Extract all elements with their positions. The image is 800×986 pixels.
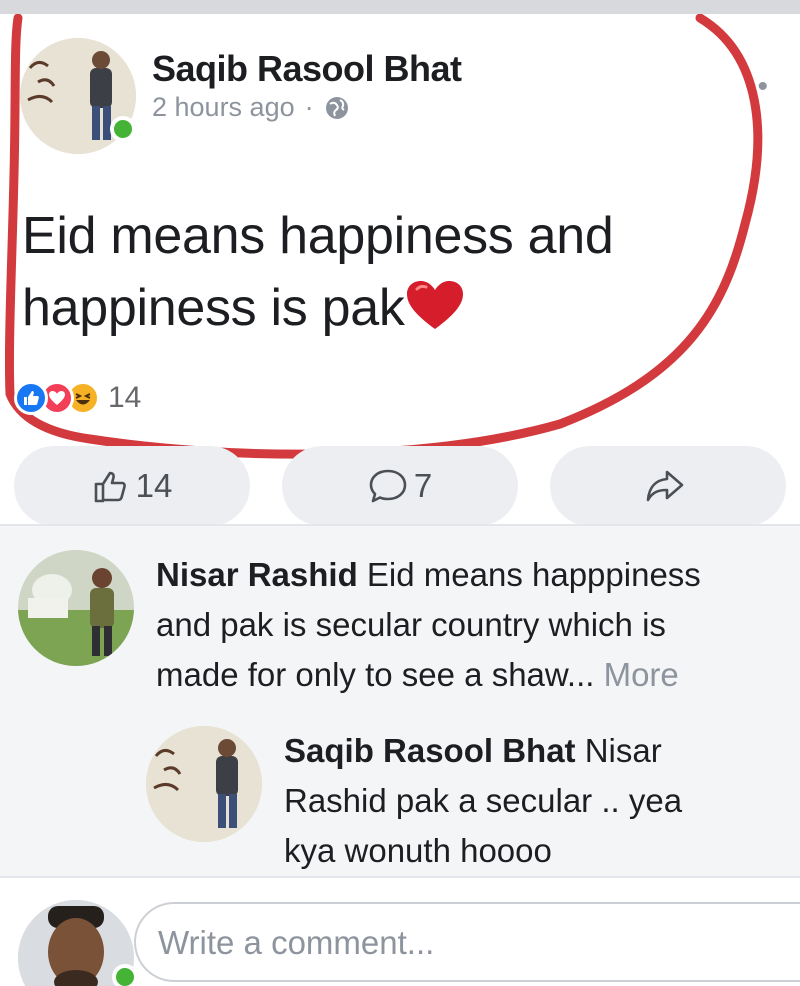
comment-count: 7: [413, 467, 433, 504]
comment-1-text: Nisar Rashid Eid means happpiness and pa…: [156, 550, 786, 700]
comment-2-line-3: kya wonuth hoooo: [284, 832, 552, 869]
comment-2-line-2: Rashid pak a secular .. yea: [284, 782, 683, 819]
comment-composer: Write a comment...: [0, 876, 800, 986]
top-divider: [0, 0, 800, 14]
post-card: Saqib Rasool Bhat 2 hours ago · •• Eid m…: [0, 14, 800, 526]
post-meta: 2 hours ago ·: [152, 92, 350, 123]
share-icon: [646, 470, 684, 502]
red-heart-icon: [406, 281, 463, 329]
comment-2-line-1: Saqib Rasool Bhat Nisar: [284, 726, 794, 776]
comment-1-line-3: made for only to see a shaw... More: [156, 650, 786, 700]
globe-icon: [325, 96, 348, 119]
comment-button[interactable]: 7: [282, 446, 518, 526]
comment-2-text: Saqib Rasool Bhat Nisar Rashid pak a sec…: [284, 726, 794, 876]
online-status-dot: [110, 116, 136, 142]
like-count: 14: [135, 467, 173, 504]
commenter-avatar[interactable]: [18, 550, 134, 666]
comment-1-author[interactable]: Nisar Rashid: [156, 556, 358, 593]
share-button[interactable]: [550, 446, 786, 526]
post-text-line-2-words: happiness is pak: [22, 279, 405, 337]
post-actions: 14 7: [14, 446, 786, 526]
comment-2-author[interactable]: Saqib Rasool Bhat: [284, 732, 576, 769]
comment-icon: [369, 469, 407, 503]
post-text: Eid means happiness and happiness is pak: [22, 200, 762, 344]
post-timestamp[interactable]: 2 hours ago: [152, 92, 295, 123]
meta-separator: ·: [304, 92, 314, 122]
online-status-dot: [112, 964, 138, 986]
thumbs-up-icon: [94, 471, 126, 503]
reaction-count: 14: [108, 381, 142, 414]
reactions-summary[interactable]: 14: [14, 380, 141, 416]
more-icon[interactable]: ••: [745, 70, 770, 104]
comment-1-line-2: and pak is secular country which is: [156, 606, 666, 643]
see-more-link[interactable]: More: [604, 656, 679, 693]
reply-avatar[interactable]: [146, 726, 262, 842]
like-reaction-icon: [14, 381, 48, 415]
like-button[interactable]: 14: [14, 446, 250, 526]
post-text-line-2: happiness is pak: [22, 272, 762, 344]
comment-1-line-1: Nisar Rashid Eid means happpiness: [156, 550, 786, 600]
comment-input[interactable]: Write a comment...: [134, 902, 800, 982]
comment-1-line-3-text: made for only to see a shaw...: [156, 656, 595, 693]
comment-input-placeholder: Write a comment...: [158, 924, 435, 961]
comment-1-line-1-text: Eid means happpiness: [366, 556, 701, 593]
comments-section: Nisar Rashid Eid means happpiness and pa…: [0, 524, 800, 876]
post-text-line-1: Eid means happiness and: [22, 207, 614, 265]
comment-2-line-1-text: Nisar: [584, 732, 662, 769]
post-author-name[interactable]: Saqib Rasool Bhat: [152, 48, 462, 90]
